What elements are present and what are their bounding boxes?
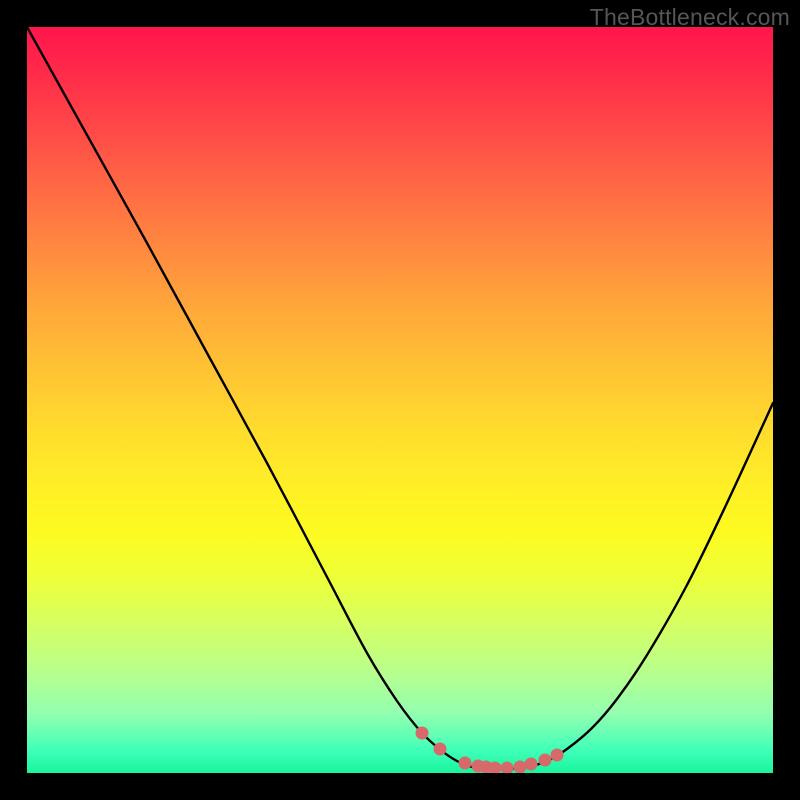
optimum-marker <box>551 749 564 762</box>
optimum-marker <box>514 761 527 774</box>
chart-plot-area <box>27 27 773 773</box>
optimum-markers <box>416 727 564 774</box>
optimum-marker <box>434 743 447 756</box>
watermark-text: TheBottleneck.com <box>590 4 790 31</box>
optimum-marker <box>539 754 552 767</box>
optimum-marker <box>459 757 472 770</box>
optimum-marker <box>525 758 538 771</box>
optimum-marker <box>416 727 429 740</box>
optimum-marker <box>501 762 514 774</box>
curve-group <box>27 27 773 773</box>
chart-frame: TheBottleneck.com <box>0 0 800 800</box>
chart-svg <box>27 27 773 773</box>
bottleneck-curve <box>27 27 773 769</box>
